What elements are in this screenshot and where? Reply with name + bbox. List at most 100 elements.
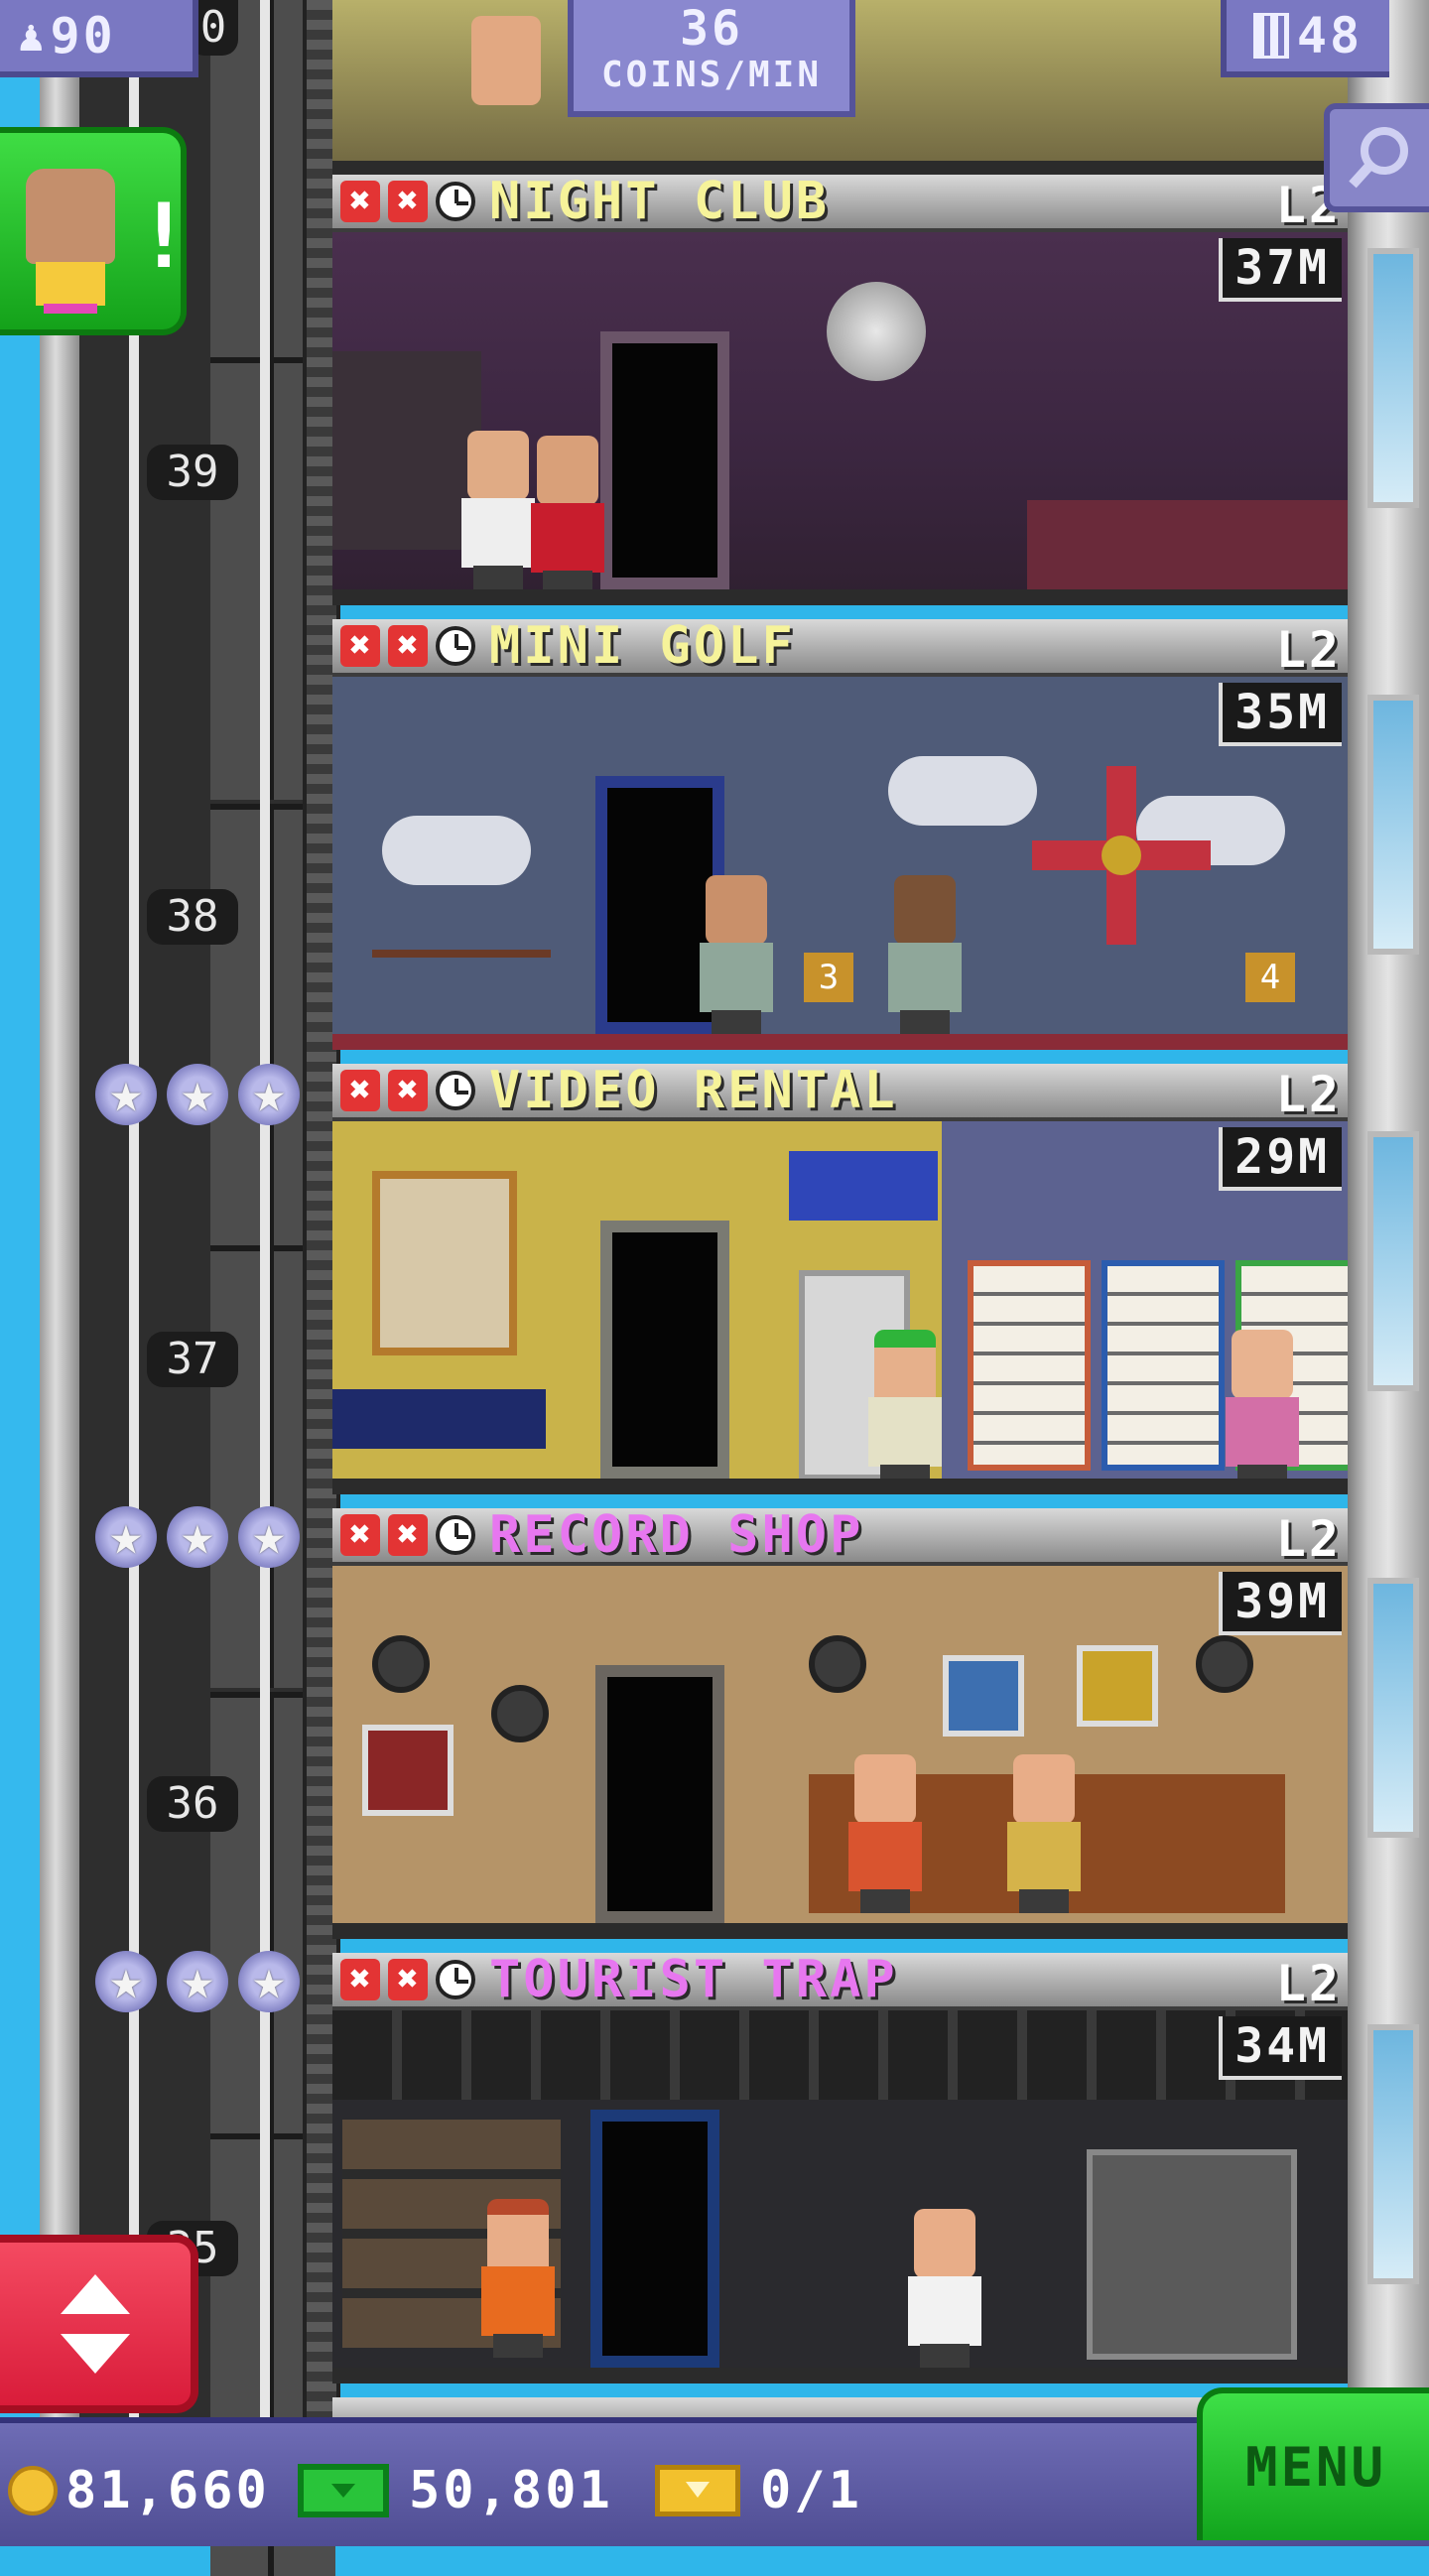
tickets-display[interactable]: 0/1: [655, 2461, 862, 2520]
floor-header[interactable]: ✖ ✖ TOURIST TRAP L2: [332, 1950, 1348, 2012]
stock-empty-icon: ✖: [388, 1959, 428, 2000]
restock-timer: 37M: [1219, 238, 1342, 302]
movie-poster: [372, 1171, 517, 1355]
floor-number: 37: [147, 1332, 238, 1387]
floor-count-value: 48: [1296, 7, 1364, 64]
star-icon: ★: [95, 1064, 157, 1125]
clock-icon: [436, 1515, 475, 1555]
clock-icon: [436, 1960, 475, 1999]
bitizen[interactable]: [700, 875, 773, 1034]
menu-button[interactable]: MENU: [1197, 2387, 1429, 2540]
club-rack: [372, 950, 551, 1037]
framed-picture: [943, 1655, 1024, 1737]
star-icon: ★: [238, 1951, 300, 2012]
floor-mini-golf[interactable]: ✖ ✖ MINI GOLF L2 3 4 35M: [332, 616, 1348, 1056]
building-window: [1367, 1578, 1419, 1838]
floor-tourist-trap[interactable]: ✖ ✖ TOURIST TRAP L2 34M: [332, 1950, 1348, 2389]
display-case: [1087, 2149, 1297, 2360]
floor-name: TOURIST TRAP: [489, 1950, 898, 2009]
coins-display[interactable]: 81,660: [8, 2461, 270, 2520]
floor-header[interactable]: ✖ ✖ VIDEO RENTAL L2: [332, 1061, 1348, 1123]
elevator-cable: [260, 0, 270, 2441]
floor-stars: ★ ★ ★: [95, 1506, 300, 1568]
floor-number: 38: [147, 889, 238, 945]
bitizen[interactable]: [471, 16, 541, 105]
floor-name: NIGHT CLUB: [489, 172, 831, 231]
star-icon: ★: [167, 1506, 228, 1568]
floor-header[interactable]: ✖ ✖ NIGHT CLUB L2: [332, 172, 1348, 234]
restock-timer: 39M: [1219, 1572, 1342, 1635]
coins-rate-unit: COINS/MIN: [600, 55, 823, 95]
floor-door: [600, 1221, 729, 1479]
framed-picture: [1077, 1645, 1158, 1727]
exclamation-icon: !: [137, 185, 192, 289]
bitizen[interactable]: [481, 2199, 555, 2358]
floor-header[interactable]: ✖ ✖ RECORD SHOP L2: [332, 1505, 1348, 1568]
bitizen[interactable]: [868, 1330, 942, 1488]
coins-rate-value: 36: [680, 1, 743, 57]
stock-empty-icon: ✖: [340, 1959, 380, 2000]
floor-door: [595, 1665, 724, 1923]
stock-empty-icon: ✖: [388, 181, 428, 222]
coins-per-minute[interactable]: 36 COINS/MIN: [568, 0, 855, 117]
clock-icon: [436, 1071, 475, 1110]
bux-icon: [298, 2464, 389, 2517]
floor-level: L2: [1275, 1955, 1342, 2012]
floor-stars: ★ ★ ★: [95, 1064, 300, 1125]
rental-counter: [332, 1389, 546, 1449]
cloud-decoration: [382, 816, 531, 885]
population-counter[interactable]: ♟ 90: [0, 0, 198, 77]
hole-flag: 3: [804, 953, 853, 1002]
elevator-cable: [129, 0, 139, 2441]
bitizen[interactable]: [908, 2209, 981, 2368]
stock-empty-icon: ✖: [340, 181, 380, 222]
bitizen[interactable]: [461, 431, 535, 589]
stock-empty-icon: ✖: [388, 1070, 428, 1111]
souvenir-wall: [332, 2010, 1348, 2100]
zoom-button[interactable]: [1324, 103, 1429, 212]
magnifier-icon: [1349, 127, 1408, 189]
person-icon: ♟: [18, 10, 45, 62]
hole-flag: 4: [1245, 953, 1295, 1002]
floor-name: RECORD SHOP: [489, 1505, 864, 1565]
bitizen[interactable]: [531, 436, 604, 594]
vinyl-record-icon: [372, 1635, 430, 1693]
cloud-decoration: [888, 756, 1037, 826]
lounge-seats: [1027, 500, 1348, 589]
bux-display[interactable]: 50,801: [298, 2461, 613, 2520]
building-window: [1367, 248, 1419, 508]
star-icon: ★: [95, 1951, 157, 2012]
building-window: [1367, 1131, 1419, 1391]
ticket-icon: [655, 2465, 740, 2516]
floor-night-club[interactable]: ✖ ✖ NIGHT CLUB L2 37M: [332, 172, 1348, 611]
vinyl-record-icon: [491, 1685, 549, 1742]
star-icon: ★: [167, 1064, 228, 1125]
clock-icon: [436, 182, 475, 221]
elevator-shaft[interactable]: [79, 0, 335, 2576]
building-left-wall: [40, 0, 79, 2441]
elevator-button[interactable]: [0, 2235, 198, 2413]
restock-timer: 34M: [1219, 2016, 1342, 2080]
bitizen[interactable]: [888, 875, 962, 1034]
restock-timer: 29M: [1219, 1127, 1342, 1191]
bitizen[interactable]: [1226, 1330, 1299, 1488]
bar-shelf: [332, 351, 481, 550]
star-icon: ★: [238, 1064, 300, 1125]
disco-ball-icon: [827, 282, 926, 381]
floor-video-rental[interactable]: ✖ ✖ VIDEO RENTAL L2 29M: [332, 1061, 1348, 1500]
visitor-alert-button[interactable]: !: [0, 127, 191, 335]
coins-value: 81,660: [65, 2461, 270, 2520]
building-window: [1367, 2024, 1419, 2284]
building-window: [1367, 695, 1419, 955]
floor-counter[interactable]: 48: [1221, 0, 1389, 77]
stock-empty-icon: ✖: [340, 1514, 380, 1556]
floor-header[interactable]: ✖ ✖ MINI GOLF L2: [332, 616, 1348, 679]
bitizen[interactable]: [848, 1754, 922, 1913]
room-interior: 3 4: [332, 677, 1348, 1050]
population-value: 90: [50, 7, 116, 64]
floor-name: VIDEO RENTAL: [489, 1061, 898, 1120]
video-shelf: [1102, 1260, 1225, 1471]
floor-record-shop[interactable]: ✖ ✖ RECORD SHOP L2 39M: [332, 1505, 1348, 1945]
bitizen[interactable]: [1007, 1754, 1081, 1913]
bux-value: 50,801: [409, 2461, 613, 2520]
